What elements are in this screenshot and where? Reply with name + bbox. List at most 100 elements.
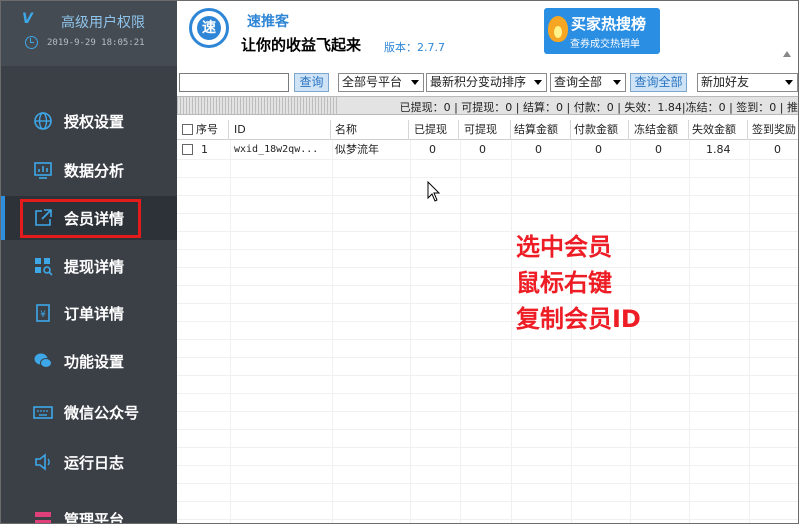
column-header[interactable]: ID	[234, 120, 331, 140]
sidebar-item-withdraw-details[interactable]: 提现详情	[1, 244, 177, 288]
mouse-cursor-icon	[427, 181, 441, 202]
search-grid-icon	[35, 258, 53, 276]
chevron-down-icon	[534, 80, 542, 85]
column-header[interactable]: 失效金额	[692, 120, 748, 140]
platform-select-value: 全部号平台	[342, 75, 403, 89]
grid-line	[177, 447, 798, 448]
app-logo: 速	[189, 8, 229, 48]
sidebar-item-label: 订单详情	[64, 305, 125, 323]
sidebar-item-run-log[interactable]: 运行日志	[1, 440, 177, 484]
header: 速 速推客 让你的收益飞起来 版本：2.7.7 买家热搜榜 查券成交热销单	[177, 1, 798, 69]
row-withdrawn: 0	[429, 143, 436, 156]
chevron-down-icon	[613, 80, 621, 85]
grid-line	[332, 140, 333, 523]
sidebar-item-label: 功能设置	[64, 353, 125, 371]
grid-line	[410, 140, 411, 523]
grid-line	[177, 393, 798, 394]
grid-line	[177, 483, 798, 484]
sidebar-item-label: 提现详情	[64, 258, 125, 276]
clock-icon	[25, 36, 38, 49]
row-settled: 0	[535, 143, 542, 156]
table-header: 序号 ID 名称 已提现 可提现 结算金额 付款金额 冻结金额 失效金额 签到奖…	[177, 118, 798, 140]
sidebar-item-auth-settings[interactable]: 授权设置	[1, 99, 177, 143]
column-header[interactable]: 结算金额	[514, 120, 571, 140]
row-checkbox[interactable]	[182, 144, 193, 155]
chevron-down-icon	[785, 80, 793, 85]
grid-line	[177, 339, 798, 340]
query-all-button[interactable]: 查询全部	[630, 73, 687, 92]
sidebar-item-order-details[interactable]: ¥ 订单详情	[1, 291, 177, 335]
column-header[interactable]: 已提现	[414, 120, 459, 140]
platform-select[interactable]: 全部号平台	[338, 73, 424, 92]
sidebar-item-manage-platform[interactable]: 管理平台	[1, 497, 177, 523]
grid-line	[177, 321, 798, 322]
column-header[interactable]: 冻结金额	[634, 120, 689, 140]
datetime-label: 2019-9-29 18:05:21	[47, 38, 145, 48]
scroll-up-arrow-icon[interactable]	[783, 51, 791, 57]
grid-line	[177, 519, 798, 520]
sidebar-header: V 高级用户权限 2019-9-29 18:05:21	[1, 1, 177, 66]
stats-summary: 已提现：0 | 可提现：0 | 结算：0 | 付款：0 | 失效：1.84|冻结…	[399, 101, 798, 114]
grid-line	[511, 140, 512, 523]
chevron-down-icon	[411, 80, 419, 85]
hot-search-banner[interactable]: 买家热搜榜 查券成交热销单	[544, 8, 660, 54]
grid-line	[177, 501, 798, 502]
stats-bar: 已提现：0 | 可提现：0 | 结算：0 | 付款：0 | 失效：1.84|冻结…	[177, 96, 798, 115]
row-frozen: 0	[655, 143, 662, 156]
vip-icon: V	[22, 11, 33, 27]
row-index: 1	[201, 143, 208, 156]
toolbar: 查询 全部号平台 最新积分变动排序 查询全部 查询全部 新加好友	[177, 69, 798, 95]
column-header[interactable]: 付款金额	[574, 120, 629, 140]
sidebar: V 高级用户权限 2019-9-29 18:05:21 授权设置 数据分析 会员…	[1, 1, 177, 523]
highlight-box	[20, 199, 141, 238]
grid-line	[689, 140, 690, 523]
grid-line	[177, 159, 798, 160]
grid-line	[177, 177, 798, 178]
keyboard-icon	[33, 406, 53, 419]
grid-line	[177, 249, 798, 250]
sidebar-item-label: 微信公众号	[64, 404, 140, 422]
app-window: V 高级用户权限 2019-9-29 18:05:21 授权设置 数据分析 会员…	[0, 0, 799, 524]
wechat-icon	[34, 353, 52, 368]
column-header[interactable]: 名称	[335, 120, 409, 140]
banner-subtitle: 查券成交热销单	[570, 39, 640, 50]
select-all-checkbox[interactable]	[182, 124, 193, 135]
annotation-line: 选中会员	[516, 233, 612, 261]
manage-icon	[35, 512, 51, 523]
grid-line	[177, 303, 798, 304]
grid-line	[177, 267, 798, 268]
sidebar-item-function-settings[interactable]: 功能设置	[1, 339, 177, 383]
sidebar-item-label: 数据分析	[64, 162, 125, 180]
app-name: 速推客	[247, 14, 289, 30]
search-button[interactable]: 查询	[294, 73, 329, 92]
query-select[interactable]: 查询全部	[550, 73, 626, 92]
sidebar-item-data-analysis[interactable]: 数据分析	[1, 148, 177, 192]
friend-select-value: 新加好友	[701, 75, 750, 89]
grid-line	[177, 465, 798, 466]
table-row[interactable]: 1 wxid_18w2qw... 似梦流年 0 0 0 0 0 1.84 0	[177, 141, 798, 159]
grid-line	[177, 231, 798, 232]
fire-icon	[548, 16, 568, 42]
annotation-line: 复制会员ID	[516, 305, 641, 333]
banner-title: 买家热搜榜	[571, 15, 647, 33]
grid-line	[749, 140, 750, 523]
permission-label: 高级用户权限	[61, 15, 145, 31]
friend-select[interactable]: 新加好友	[697, 73, 798, 92]
row-name: 似梦流年	[335, 143, 379, 156]
grid-line	[460, 140, 461, 523]
search-input[interactable]	[179, 73, 289, 92]
member-table: 序号 ID 名称 已提现 可提现 结算金额 付款金额 冻结金额 失效金额 签到奖…	[177, 118, 798, 523]
sort-select[interactable]: 最新积分变动排序	[426, 73, 547, 92]
column-header[interactable]: 可提现	[464, 120, 511, 140]
column-header[interactable]: 序号	[196, 120, 229, 140]
logo-char: 速	[197, 16, 221, 40]
chart-icon	[34, 162, 52, 179]
speaker-icon	[35, 453, 50, 471]
sidebar-item-label: 授权设置	[64, 113, 125, 131]
row-expired: 1.84	[706, 143, 731, 156]
column-header[interactable]: 签到奖励	[752, 120, 798, 140]
query-select-value: 查询全部	[554, 75, 603, 89]
grid-line	[177, 213, 798, 214]
stats-progress-pattern	[177, 97, 339, 114]
sidebar-item-wechat-official[interactable]: 微信公众号	[1, 390, 177, 434]
